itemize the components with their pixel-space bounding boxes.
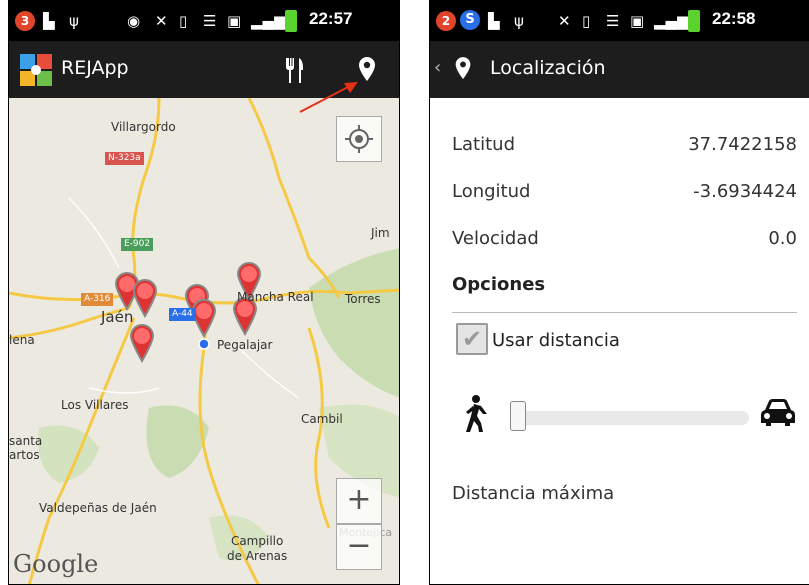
map-label: Torres [345, 292, 381, 306]
road-shield: A-316 [81, 293, 114, 306]
location-details: Latitud 37.7422158 Longitud -3.6934424 V… [430, 98, 809, 584]
use-distance-checkbox[interactable]: ✔ [456, 323, 488, 355]
checkmark-icon: ✔ [461, 325, 483, 353]
my-location-icon [345, 125, 373, 153]
map-label: artos [9, 448, 40, 462]
location-screen: 2 S ▙ ψ ✕ ▯ ☰ ▣ ▂▄▆ 22:58 ‹ Localización… [429, 0, 809, 585]
wifi-icon: ☰ [606, 12, 620, 30]
app-logo-icon[interactable] [19, 53, 53, 87]
notification-badge: 2 [436, 11, 456, 31]
zoom-in-icon: + [346, 482, 372, 517]
signal-icon: ▂▄▆ [654, 12, 689, 30]
map-label: Jim [371, 226, 390, 240]
vibrate-icon: ▯ [582, 12, 591, 30]
battery-icon [285, 10, 297, 32]
map-label: santa [9, 434, 43, 448]
road-shield: A-44 [169, 308, 196, 321]
map-label: Valdepeñas de Jaén [39, 501, 157, 515]
android-icon: ▙ [488, 12, 500, 30]
back-button[interactable]: ‹ [430, 41, 482, 98]
distance-slider-thumb[interactable] [510, 401, 526, 431]
road-shield: E-902 [121, 238, 154, 251]
speed-value: 0.0 [768, 228, 797, 249]
fork-knife-icon[interactable] [279, 55, 309, 85]
map-label: Cambil [301, 412, 343, 426]
use-distance-label[interactable]: Usar distancia [492, 330, 620, 351]
skype-icon: S [460, 10, 480, 30]
chevron-left-icon: ‹ [434, 57, 442, 78]
location-pin-icon [455, 57, 471, 80]
longitude-label: Longitud [452, 181, 531, 202]
usb-icon: ψ [514, 12, 524, 30]
status-bar: 3 ▙ ψ ◉ ✕ ▯ ☰ ▣ ▂▄▆ 22:57 [9, 1, 399, 41]
section-divider [452, 312, 797, 313]
walking-person-icon [460, 394, 490, 434]
signal-icon: ▂▄▆ [251, 12, 286, 30]
google-attribution: Google [13, 550, 99, 578]
map-label: lena [9, 333, 35, 347]
zoom-in-button[interactable]: + [336, 478, 382, 524]
map-view[interactable]: N-323a E-902 A-316 A-44 Villargordo Jaén… [9, 98, 399, 584]
clock: 22:57 [309, 9, 353, 28]
usb-icon: ψ [69, 12, 79, 30]
clock: 22:58 [712, 9, 756, 28]
road-shield: N-323a [105, 152, 144, 165]
gps-icon: ◉ [127, 12, 141, 30]
map-label: Campillo de Arenas [227, 534, 288, 563]
wifi-icon: ☰ [203, 12, 217, 30]
map-label: Pegalajar [217, 338, 273, 352]
map-screen: 3 ▙ ψ ◉ ✕ ▯ ☰ ▣ ▂▄▆ 22:57 REJApp N-323a … [8, 0, 400, 585]
map-label: Villargordo [111, 120, 176, 134]
latitude-value: 37.7422158 [688, 134, 797, 155]
speed-row: Velocidad 0.0 [452, 220, 797, 260]
app-title: REJApp [61, 57, 129, 79]
speed-label: Velocidad [452, 228, 539, 249]
sim-icon: ▣ [630, 12, 645, 30]
battery-icon [688, 10, 700, 32]
longitude-row: Longitud -3.6934424 [452, 173, 797, 213]
mute-icon: ✕ [558, 12, 571, 30]
car-icon [759, 398, 797, 428]
screen-title: Localización [490, 57, 606, 79]
status-bar: 2 S ▙ ψ ✕ ▯ ☰ ▣ ▂▄▆ 22:58 [430, 1, 809, 41]
zoom-out-icon: − [346, 528, 372, 563]
android-icon: ▙ [43, 12, 55, 30]
location-pin-icon[interactable] [355, 55, 379, 85]
latitude-label: Latitud [452, 134, 516, 155]
distance-slider-track[interactable] [510, 411, 749, 425]
action-bar: REJApp [9, 41, 399, 98]
notification-badge: 3 [15, 11, 35, 31]
action-bar: ‹ Localización [430, 41, 809, 98]
map-label: Los Villares [61, 398, 129, 412]
map-label: Jaén [101, 308, 134, 326]
my-location-button[interactable] [336, 116, 382, 162]
user-location-dot [198, 338, 210, 350]
latitude-row: Latitud 37.7422158 [452, 126, 797, 166]
max-distance-label: Distancia máxima [452, 483, 615, 504]
mute-icon: ✕ [155, 12, 168, 30]
zoom-out-button[interactable]: − [336, 524, 382, 570]
longitude-value: -3.6934424 [693, 181, 797, 202]
sim-icon: ▣ [227, 12, 242, 30]
map-label: Mancha Real [237, 290, 314, 304]
vibrate-icon: ▯ [179, 12, 188, 30]
options-section-header: Opciones [452, 274, 546, 295]
